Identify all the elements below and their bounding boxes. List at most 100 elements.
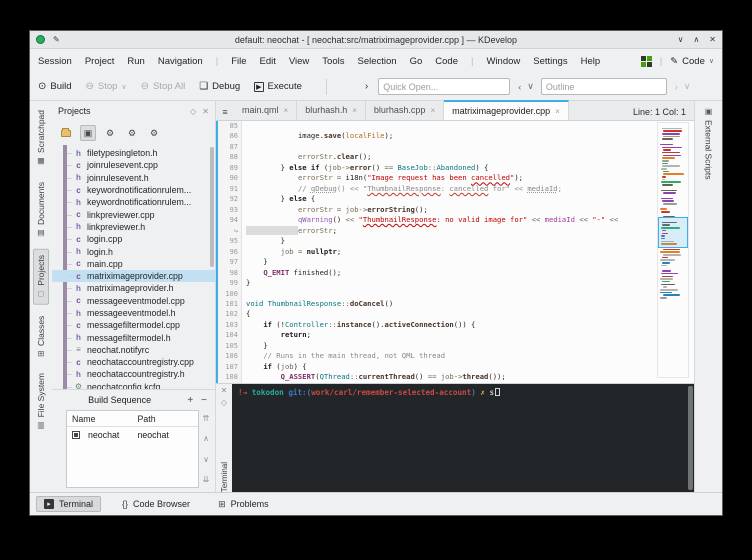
menu-code[interactable]: Code	[435, 56, 458, 67]
tab-close-icon[interactable]: ×	[430, 106, 435, 115]
outline-input[interactable]	[541, 78, 667, 95]
quick-open-input[interactable]	[378, 78, 510, 95]
tree-item-login-cpp[interactable]: clogin.cpp	[52, 233, 215, 245]
minimap-viewport[interactable]	[658, 217, 688, 248]
sidebar-tab-classes[interactable]: ⊞Classes	[34, 311, 48, 362]
outline-prev-icon[interactable]: ‹	[518, 82, 521, 92]
code-token: ().	[372, 320, 385, 329]
build-button[interactable]: ⊙Build	[38, 81, 72, 92]
statusbar-toggle-terminal[interactable]: ▸Terminal	[36, 496, 101, 512]
tree-item-matriximageprovider-h[interactable]: hmatriximageprovider.h	[52, 282, 215, 294]
tab-close-icon[interactable]: ×	[555, 107, 560, 116]
menu-view[interactable]: View	[289, 56, 309, 67]
minimize-button[interactable]: ∨	[678, 35, 684, 44]
tree-item-keywordnotificationrulem-[interactable]: hkeywordnotificationrulem...	[52, 196, 215, 208]
filter-project-button[interactable]: ⚙	[146, 125, 162, 141]
menu-edit[interactable]: Edit	[260, 56, 276, 67]
tree-item-keywordnotificationrulem-[interactable]: ckeywordnotificationrulem...	[52, 184, 215, 196]
tree-item-filetypesingleton-h[interactable]: hfiletypesingleton.h	[52, 147, 215, 159]
titlebar[interactable]: ✎ default: neochat - [ neochat:src/matri…	[30, 31, 722, 49]
menu-project[interactable]: Project	[85, 56, 115, 67]
tree-item-messagefiltermodel-cpp[interactable]: cmessagefiltermodel.cpp	[52, 319, 215, 331]
tree-item-messagefiltermodel-h[interactable]: hmessagefiltermodel.h	[52, 331, 215, 343]
code-editor[interactable]: 85868788899091929394↪9596979899100101102…	[216, 121, 694, 383]
menu-help[interactable]: Help	[581, 56, 601, 67]
statusbar-toggle-code-browser[interactable]: {}Code Browser	[115, 497, 197, 511]
tab-main-qml[interactable]: main.qml×	[234, 100, 297, 120]
menu-settings[interactable]: Settings	[533, 56, 567, 67]
tree-item-linkpreviewer-cpp[interactable]: clinkpreviewer.cpp	[52, 208, 215, 220]
tree-item-neochat-notifyrc[interactable]: ≡neochat.notifyrc	[52, 344, 215, 356]
tree-item-messageeventmodel-h[interactable]: hmessageeventmodel.h	[52, 307, 215, 319]
float-panel-icon[interactable]: ◇	[190, 107, 196, 116]
terminal-output[interactable]: !→ tokodon git:(work/carl/remember-selec…	[232, 384, 694, 492]
tree-item-joinrulesevent-cpp[interactable]: cjoinrulesevent.cpp	[52, 159, 215, 171]
tree-item-main-cpp[interactable]: cmain.cpp	[52, 258, 215, 270]
tree-item-matriximageprovider-cpp[interactable]: cmatriximageprovider.cpp	[52, 270, 215, 282]
build-target-icon	[72, 431, 80, 439]
tab-blurhash-h[interactable]: blurhash.h×	[297, 100, 366, 120]
float-panel-icon[interactable]: ◇	[221, 398, 227, 410]
add-build-item-button[interactable]: +	[187, 395, 193, 406]
tree-item-neochatconfig-kcfg[interactable]: ⚙neochatconfig.kcfg	[52, 381, 215, 389]
area-switcher-icon[interactable]	[641, 56, 652, 67]
terminal-scrollbar[interactable]	[688, 386, 693, 490]
statusbar-toggle-problems[interactable]: ⊞Problems	[211, 497, 276, 512]
toolbar-overflow-icon[interactable]: ›	[365, 81, 368, 92]
menu-file[interactable]: File	[231, 56, 246, 67]
gutter-line-number: 101	[218, 299, 238, 309]
stop-button[interactable]: ⊖Stop∨	[86, 81, 127, 92]
menu-run[interactable]: Run	[127, 56, 144, 67]
tree-item-login-h[interactable]: hlogin.h	[52, 245, 215, 257]
tree-item-neochataccountregistry-cpp[interactable]: cneochataccountregistry.cpp	[52, 356, 215, 368]
minimap-scrollbar[interactable]	[657, 122, 689, 378]
tab-close-icon[interactable]: ×	[284, 106, 289, 115]
editor-tabs: main.qml×blurhash.h×blurhash.cpp×matrixi…	[234, 100, 569, 120]
remove-build-item-button[interactable]: −	[201, 395, 207, 406]
sidebar-tab-projects[interactable]: □Projects	[33, 249, 49, 305]
project-settings-button[interactable]: ⚙	[102, 125, 118, 141]
outline-more-icon[interactable]: ∨	[684, 81, 691, 92]
move-up-button[interactable]: ∧	[203, 434, 209, 443]
tab-matriximageprovider-cpp[interactable]: matriximageprovider.cpp ×	[444, 100, 569, 120]
stop-all-button[interactable]: ⊖Stop All	[141, 81, 186, 92]
build-row-name-text: neochat	[83, 430, 133, 440]
maximize-button[interactable]: ∧	[693, 35, 699, 44]
sidebar-tab-documents[interactable]: ▤Documents	[34, 177, 48, 243]
tree-item-neochataccountregistry-h[interactable]: hneochataccountregistry.h	[52, 368, 215, 380]
menu-window[interactable]: Window	[486, 56, 520, 67]
menu-tools[interactable]: Tools	[322, 56, 344, 67]
tree-item-messageeventmodel-cpp[interactable]: cmessageeventmodel.cpp	[52, 295, 215, 307]
sidebar-tab-external-scripts[interactable]: ▣ External Scripts	[704, 107, 714, 180]
sidebar-tab-scratchpad[interactable]: ▦Scratchpad	[34, 105, 48, 171]
file-system-icon: ▥	[37, 421, 46, 430]
menu-session[interactable]: Session	[38, 56, 72, 67]
close-panel-icon[interactable]: ✕	[221, 386, 228, 398]
move-down-button[interactable]: ∨	[203, 455, 209, 464]
document-list-icon[interactable]: ≡	[216, 107, 234, 120]
h-file-icon: h	[74, 333, 83, 342]
open-project-button[interactable]	[58, 125, 74, 141]
tab-close-icon[interactable]: ×	[352, 106, 357, 115]
execute-button[interactable]: ▶Execute	[254, 81, 302, 92]
close-button[interactable]: ✕	[709, 35, 716, 44]
move-bottom-button[interactable]: ⇊	[203, 475, 210, 484]
tab-blurhash-cpp[interactable]: blurhash.cpp×	[366, 100, 444, 120]
build-items-toggle-button[interactable]: ▣	[80, 125, 96, 141]
area-code-button[interactable]: ✎ Code ∨	[670, 56, 714, 67]
tree-item-linkpreviewer-h[interactable]: hlinkpreviewer.h	[52, 221, 215, 233]
tree-item-joinrulesevent-h[interactable]: hjoinrulesevent.h	[52, 172, 215, 184]
menu-selection[interactable]: Selection	[357, 56, 396, 67]
debug-button[interactable]: ❏Debug	[199, 81, 240, 92]
reload-project-button[interactable]: ⚙	[124, 125, 140, 141]
menu-go[interactable]: Go	[410, 56, 423, 67]
tab-label: matriximageprovider.cpp	[452, 106, 550, 116]
menu-navigation[interactable]: Navigation	[158, 56, 203, 67]
outline-dropdown-icon[interactable]: ∨	[527, 81, 534, 92]
close-panel-icon[interactable]: ✕	[202, 107, 209, 116]
sidebar-tab-file-system[interactable]: ▥File System	[34, 368, 48, 435]
move-top-button[interactable]: ⇈	[203, 414, 210, 423]
outline-next-icon[interactable]: ›	[675, 82, 678, 92]
build-sequence-row[interactable]: neochatneochat	[67, 427, 198, 442]
tree-scrollbar[interactable]	[210, 147, 214, 267]
